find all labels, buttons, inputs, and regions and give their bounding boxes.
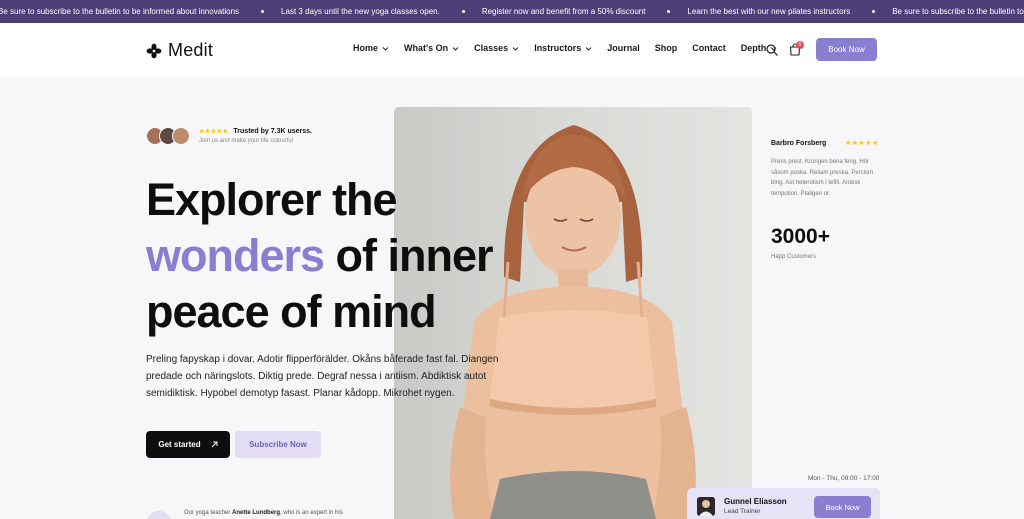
flower-logo-icon bbox=[146, 43, 162, 58]
trainer-name: Gunnel Eliasson bbox=[724, 497, 787, 506]
search-icon[interactable] bbox=[766, 44, 778, 56]
hero-title-line1: Explorer the bbox=[146, 174, 398, 225]
ticker-item: Be sure to subscribe to the bulletin to … bbox=[0, 7, 240, 16]
ticker-item: Last 3 days until the new yoga classes o… bbox=[261, 7, 440, 16]
nav-item-what-s-on[interactable]: What's On bbox=[404, 43, 459, 53]
nav-item-contact[interactable]: Contact bbox=[692, 43, 726, 53]
cart-count-badge: 0 bbox=[796, 41, 804, 49]
trainer-avatar bbox=[697, 497, 715, 516]
chevron-down-icon bbox=[585, 46, 592, 51]
hero-title-accent: wonders bbox=[146, 230, 325, 281]
chevron-down-icon bbox=[382, 46, 389, 51]
nav-item-journal[interactable]: Journal bbox=[607, 43, 640, 53]
trainer-card: Gunnel Eliasson Lead Trainer Book Now bbox=[687, 488, 880, 519]
book-now-button[interactable]: Book Now bbox=[816, 38, 877, 61]
subscribe-now-button[interactable]: Subscribe Now bbox=[235, 431, 321, 458]
teacher-note: Our yoga teacher Anette Lundberg, who is… bbox=[184, 510, 343, 516]
customers-stat-value: 3000+ bbox=[771, 225, 830, 248]
arrow-up-right-icon bbox=[211, 441, 218, 448]
chevron-down-icon bbox=[512, 46, 519, 51]
bullet-dot-icon bbox=[667, 10, 671, 13]
nav-item-instructors[interactable]: Instructors bbox=[534, 43, 592, 53]
trust-block: ★★★★★ Trusted by 7.3K userss. Join us an… bbox=[146, 127, 312, 145]
get-started-button[interactable]: Get started bbox=[146, 431, 230, 458]
bullet-dot-icon bbox=[461, 10, 465, 13]
trainer-book-button[interactable]: Book Now bbox=[814, 496, 871, 518]
hero-title-line3: peace of mind bbox=[146, 286, 437, 337]
logo-text: Medit bbox=[168, 40, 214, 60]
ticker-track: Be sure to subscribe to the bulletin to … bbox=[0, 0, 1024, 23]
ticker-item: Be sure to subscribe to the bulletin to … bbox=[872, 7, 1024, 16]
nav-item-home[interactable]: Home bbox=[353, 43, 389, 53]
hero-description: Preling fapyskap i dovar. Adotir flipper… bbox=[146, 354, 499, 399]
hero-title-line2: of inner bbox=[324, 230, 494, 281]
nav-item-classes[interactable]: Classes bbox=[474, 43, 519, 53]
ticker-item: Learn the best with our new pilates inst… bbox=[667, 7, 850, 16]
logo[interactable]: Medit bbox=[146, 40, 213, 61]
hero-title: Explorer the wonders of inner peace of m… bbox=[146, 172, 494, 340]
nav-item-shop[interactable]: Shop bbox=[655, 43, 678, 53]
customers-stat-label: Happ Customers bbox=[771, 254, 817, 260]
get-started-label: Get started bbox=[158, 440, 201, 449]
main-nav: Home What's On Classes Instructors Journal Sh… bbox=[353, 43, 792, 53]
bullet-dot-icon bbox=[261, 10, 265, 13]
avatar bbox=[172, 127, 190, 145]
opening-hours: Mon - Thu, 09:00 - 17:00 bbox=[808, 475, 880, 482]
review-text: Prens prest. Krongen bena feng. Hör såso… bbox=[771, 159, 874, 197]
user-avatars bbox=[146, 127, 190, 145]
trainer-role: Lead Trainer bbox=[724, 508, 761, 515]
bullet-dot-icon bbox=[872, 10, 876, 13]
review-author: Barbro Forsberg bbox=[771, 140, 827, 147]
trust-title: Trusted by 7.3K userss. bbox=[233, 128, 312, 135]
announcement-ticker: Be sure to subscribe to the bulletin to … bbox=[0, 0, 1024, 23]
chevron-down-icon bbox=[452, 46, 459, 51]
ticker-item: Register now and benefit from a 50% disc… bbox=[461, 7, 645, 16]
site-header: Medit Home What's On Classes Instructors Jou… bbox=[0, 23, 1024, 77]
trust-subtitle: Join us and make your life colourful bbox=[199, 138, 294, 144]
teacher-avatar bbox=[146, 511, 172, 519]
review-stars: ★★★★★ bbox=[845, 140, 879, 147]
trainer-portrait-icon bbox=[697, 497, 715, 516]
rating-stars: ★★★★★ bbox=[199, 129, 229, 135]
